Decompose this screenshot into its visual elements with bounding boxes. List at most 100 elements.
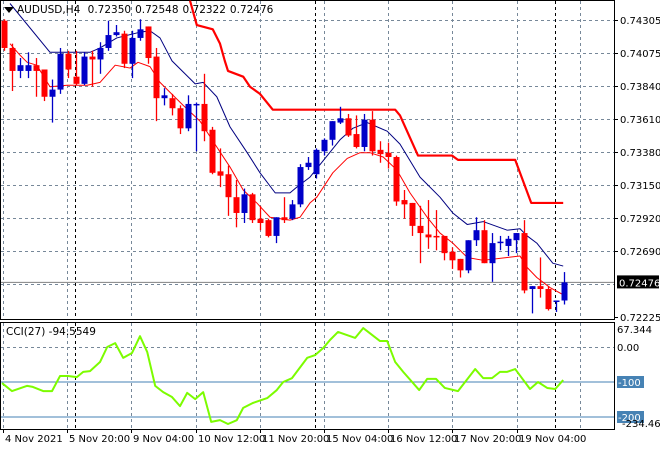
candle-body (305, 162, 312, 168)
candle-body (401, 200, 408, 205)
bearish-candle (441, 235, 448, 261)
bearish-candle (9, 43, 16, 92)
cci-pane-frame (0, 322, 615, 430)
candle-body (273, 217, 280, 236)
cci-zero-label: 0.00 (617, 343, 639, 354)
bearish-candle (209, 126, 216, 175)
time-tick-label: 19 Nov 04:00 (519, 434, 586, 445)
candle-body (153, 56, 160, 99)
bearish-candle (481, 220, 488, 264)
bullish-candle (497, 235, 504, 251)
dropdown-triangle-icon[interactable] (4, 7, 14, 13)
price-tick-label: 0.72225 (620, 313, 660, 324)
bearish-candle (457, 258, 464, 278)
candle-body (1, 20, 8, 48)
candle-body (41, 69, 48, 97)
candle-body (73, 76, 80, 84)
bullish-candle (57, 47, 64, 94)
bullish-candle (113, 25, 120, 37)
candle-body (201, 103, 208, 132)
bullish-candle (129, 30, 136, 79)
ma-fast-line (9, 3, 564, 267)
candle-body (17, 65, 24, 71)
bullish-candle (289, 200, 296, 221)
cci-header: CCI(27) -94.5549 (6, 326, 96, 338)
bearish-candle (545, 286, 552, 311)
candle-body (9, 47, 16, 71)
candle-body (65, 53, 72, 70)
price-tick-label: 0.73610 (620, 115, 660, 126)
bullish-candle (529, 286, 536, 314)
candle-body (297, 167, 304, 205)
candle-body (441, 235, 448, 254)
candle-body (193, 103, 200, 106)
candle-body (33, 65, 40, 71)
bullish-candle (513, 233, 520, 254)
bullish-candle (161, 88, 168, 106)
cci-level-label: -100 (618, 378, 641, 389)
bearish-candle (425, 200, 432, 249)
bearish-candle (73, 50, 80, 86)
candle-body (537, 286, 544, 290)
price-chart[interactable]: 0.74305 0.74075 0.73840 0.73610 0.73380 0.731… (0, 0, 660, 450)
candle-body (57, 53, 64, 90)
candle-body (553, 300, 560, 302)
low-value: 0.72322 (182, 4, 226, 16)
candle-body (417, 225, 424, 234)
time-tick-label: 15 Nov 04:00 (326, 434, 393, 445)
candle-body (497, 241, 504, 244)
bearish-candle (41, 69, 48, 102)
candle-body (241, 194, 248, 213)
candle-body (209, 129, 216, 173)
bullish-candle (273, 217, 280, 244)
cci-min-label: -234.4616 (622, 419, 660, 430)
candle-body (529, 286, 536, 290)
open-value: 0.72350 (87, 4, 132, 16)
candle-body (121, 33, 128, 64)
candle-body (89, 56, 96, 60)
candle-body (137, 29, 144, 38)
candle-body (505, 238, 512, 246)
bearish-candle (249, 192, 256, 224)
symbol-label: AUDUSD,H4 (17, 4, 81, 16)
bearish-candle (177, 105, 184, 135)
candle-body (249, 194, 256, 221)
candle-body (369, 119, 376, 152)
current-price-label: 0.72476 (619, 278, 660, 289)
bearish-candle (265, 218, 272, 238)
candle-body (97, 47, 104, 60)
bullish-candle (489, 233, 496, 282)
time-tick-label: 9 Nov 04:00 (133, 434, 194, 445)
time-tick-label: 11 Nov 20:00 (262, 434, 329, 445)
candle-body (169, 98, 176, 109)
candle-body (409, 202, 416, 226)
bearish-candle (401, 190, 408, 219)
candle-body (321, 139, 328, 152)
high-value: 0.72548 (135, 4, 179, 16)
bearish-candle (65, 50, 72, 79)
bullish-candle (81, 52, 88, 86)
price-tick-label: 0.74075 (620, 49, 660, 60)
bearish-candle (369, 111, 376, 156)
candle-body (465, 240, 472, 271)
candle-body (457, 258, 464, 271)
candle-body (521, 233, 528, 291)
close-value: 0.72476 (229, 4, 274, 16)
candle-body (433, 235, 440, 238)
candle-body (145, 26, 152, 59)
bullish-candle (17, 58, 24, 79)
bullish-candle (193, 102, 200, 152)
candle-body (545, 289, 552, 310)
candle-body (233, 197, 240, 213)
bullish-candle (185, 95, 192, 132)
chart-window: 0.74305 0.74075 0.73840 0.73610 0.73380 0.731… (0, 0, 660, 450)
bearish-candle (345, 113, 352, 137)
bearish-candle (353, 115, 360, 149)
candle-body (177, 108, 184, 129)
bearish-candle (449, 247, 456, 269)
candle-body (377, 149, 384, 155)
time-tick-label: 16 Nov 12:00 (390, 434, 457, 445)
candle-body (393, 157, 400, 202)
candle-body (385, 152, 392, 158)
candle-body (513, 233, 520, 241)
